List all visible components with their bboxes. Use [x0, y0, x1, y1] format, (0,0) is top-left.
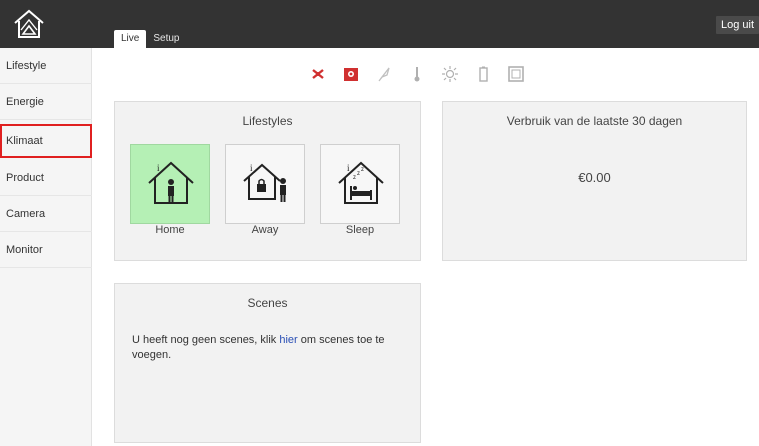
add-scenes-link[interactable]: hier [279, 334, 297, 346]
svg-text:z: z [353, 175, 356, 181]
lifestyle-away-button[interactable]: i [225, 144, 305, 224]
scenes-panel: Scenes U heeft nog geen scenes, klik hie… [114, 283, 421, 443]
scenes-title: Scenes [247, 296, 288, 310]
sidebar-item-monitor[interactable]: Monitor [0, 232, 92, 268]
sidebar-item-lifestyle[interactable]: Lifestyle [0, 48, 92, 84]
lifestyle-home-button[interactable]: i [130, 144, 210, 224]
window-icon[interactable] [507, 65, 525, 83]
svg-text:z: z [361, 167, 364, 173]
sun-icon[interactable] [441, 65, 459, 83]
svg-text:i: i [347, 163, 350, 173]
battery-icon[interactable] [474, 65, 492, 83]
sidebar-item-camera[interactable]: Camera [0, 196, 92, 232]
scenes-empty-message: U heeft nog geen scenes, klik hier om sc… [132, 333, 412, 363]
sidebar-item-klimaat[interactable]: Klimaat [0, 124, 92, 158]
svg-text:z: z [357, 171, 360, 177]
alarm-box-icon[interactable] [342, 65, 360, 83]
lifestyles-panel: Lifestyles i Home i Away z z z i Sleep [114, 101, 421, 261]
home-logo-icon[interactable] [11, 6, 47, 42]
consumption-panel: Verbruik van de laatste 30 dagen €0.00 [442, 101, 747, 261]
sidebar-item-energie[interactable]: Energie [0, 84, 92, 120]
sidebar-item-product[interactable]: Product [0, 160, 92, 196]
lifestyle-sleep-label: Sleep [345, 224, 375, 236]
lifestyles-title: Lifestyles [242, 114, 293, 128]
svg-text:i: i [157, 163, 160, 173]
x-signal-icon[interactable] [309, 65, 327, 83]
tab-setup[interactable]: Setup [146, 30, 186, 48]
lifestyle-away-label: Away [251, 224, 279, 236]
thermometer-icon[interactable] [408, 65, 426, 83]
main-content: Lifestyles i Home i Away z z z i Sleep V… [93, 48, 759, 446]
away-house-lock-icon: i [243, 163, 286, 202]
sleep-house-bed-icon: z z z i [338, 161, 384, 204]
svg-text:i: i [250, 163, 253, 173]
logout-button[interactable]: Log uit [715, 16, 759, 34]
status-icon-bar [309, 64, 525, 84]
top-bar: Live Setup Log uit [0, 0, 759, 48]
home-house-icon: i [148, 161, 194, 204]
lifestyle-home-label: Home [155, 224, 185, 236]
lifestyle-sleep-button[interactable]: z z z i [320, 144, 400, 224]
consumption-amount: €0.00 [578, 170, 611, 185]
scenes-text-before: U heeft nog geen scenes, klik [132, 334, 280, 346]
consumption-title: Verbruik van de laatste 30 dagen [506, 114, 683, 128]
feather-icon[interactable] [375, 65, 393, 83]
mode-tabs: Live Setup [114, 30, 187, 48]
sidebar: Lifestyle Energie Klimaat Product Camera… [0, 48, 92, 446]
tab-live[interactable]: Live [114, 30, 147, 48]
